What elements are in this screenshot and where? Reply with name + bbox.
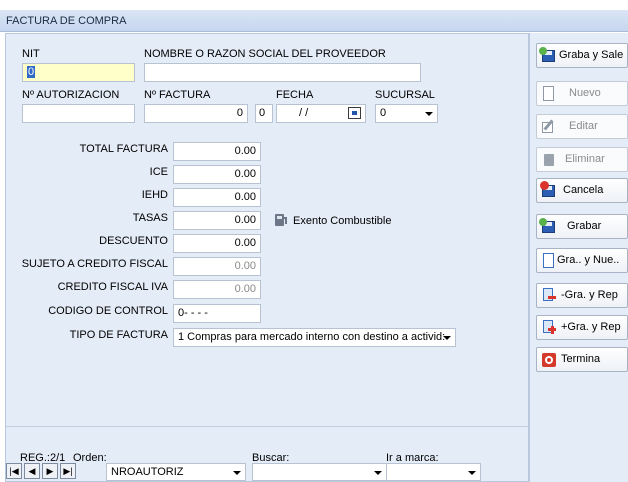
grabar-button[interactable]: Grabar (536, 214, 628, 239)
razon-social-label: NOMBRE O RAZON SOCIAL DEL PROVEEDOR (144, 48, 386, 60)
iehd-input[interactable]: 0.00 (173, 188, 261, 207)
ice-label: ICE (149, 166, 168, 178)
fecha-input[interactable]: / / (276, 104, 366, 123)
graba-y-sale-button[interactable]: Graba y Sale (536, 43, 628, 68)
nit-input[interactable]: 0 (22, 63, 135, 82)
chevron-down-icon (374, 471, 382, 475)
tasas-input[interactable]: 0.00 (173, 211, 261, 230)
first-record-button[interactable]: |◀ (6, 463, 22, 479)
nuevo-button[interactable]: Nuevo (536, 81, 628, 106)
copy-plus-icon (541, 320, 557, 336)
next-record-button[interactable]: ▶ (42, 463, 58, 479)
next-icon: ▶ (46, 466, 54, 476)
autorizacion-label: Nº AUTORIZACION (22, 89, 120, 101)
fecha-label: FECHA (276, 89, 314, 101)
delete-icon (541, 152, 557, 168)
exento-combustible-label[interactable]: Exento Combustible (293, 215, 391, 227)
window-title-bar: FACTURA DE COMPRA (0, 10, 628, 32)
new-document-icon (541, 253, 557, 269)
orden-select[interactable]: NROAUTORIZ (106, 463, 246, 481)
fecha-prefix-input[interactable]: 0 (255, 104, 273, 123)
form-panel: NIT 0 NOMBRE O RAZON SOCIAL DEL PROVEEDO… (5, 33, 529, 482)
copy-minus-icon (541, 288, 557, 304)
sucursal-label: SUCURSAL (375, 89, 435, 101)
chevron-down-icon (468, 471, 476, 475)
buscar-select[interactable] (252, 463, 387, 481)
prev-record-button[interactable]: ◀ (24, 463, 40, 479)
prev-icon: ◀ (28, 466, 36, 476)
cancela-button[interactable]: Cancela (536, 178, 628, 203)
nro-factura-input[interactable]: 0 (144, 104, 248, 123)
tipo-factura-label: TIPO DE FACTURA (69, 329, 168, 341)
grabar-y-repetir-minus-button[interactable]: -Gra. y Rep (536, 283, 628, 308)
edit-icon (541, 119, 557, 135)
tasas-label: TASAS (132, 212, 168, 224)
window-title: FACTURA DE COMPRA (6, 15, 127, 27)
fuel-pump-icon[interactable] (274, 213, 288, 227)
editar-button[interactable]: Editar (536, 114, 628, 139)
descuento-label: DESCUENTO (99, 235, 168, 247)
descuento-input[interactable]: 0.00 (173, 234, 261, 253)
sujeto-credito-fiscal-input: 0.00 (173, 257, 261, 276)
eliminar-button[interactable]: Eliminar (536, 147, 628, 172)
action-toolbar: Graba y Sale Nuevo Editar Eliminar Cance… (529, 33, 628, 482)
credito-fiscal-iva-input: 0.00 (173, 280, 261, 299)
power-icon (541, 352, 557, 368)
razon-social-input[interactable] (144, 63, 421, 82)
first-icon: |◀ (9, 466, 19, 476)
chevron-down-icon (443, 336, 451, 340)
save-icon (539, 218, 557, 235)
codigo-control-input[interactable]: 0- - - - (173, 304, 261, 323)
total-factura-label: TOTAL FACTURA (79, 143, 168, 155)
calendar-icon[interactable] (348, 107, 361, 119)
termina-button[interactable]: Termina (536, 347, 628, 372)
last-record-button[interactable]: ▶| (60, 463, 76, 479)
sucursal-select[interactable]: 0 (375, 104, 438, 123)
sujeto-credito-fiscal-label: SUJETO A CREDITO FISCAL (21, 258, 168, 270)
chevron-down-icon (425, 112, 433, 116)
ir-a-marca-select[interactable] (386, 463, 481, 481)
nro-factura-label: Nº FACTURA (144, 89, 211, 101)
last-icon: ▶| (63, 466, 73, 476)
ice-input[interactable]: 0.00 (173, 165, 261, 184)
nit-label: NIT (22, 48, 40, 60)
footer-divider (6, 426, 528, 427)
cancel-icon (540, 181, 557, 199)
tipo-factura-select[interactable]: 1 Compras para mercado interno con desti… (173, 328, 456, 347)
autorizacion-input[interactable] (22, 104, 135, 123)
grabar-y-repetir-plus-button[interactable]: +Gra. y Rep (536, 315, 628, 340)
save-and-exit-icon (539, 47, 557, 64)
new-document-icon (541, 86, 557, 102)
credito-fiscal-iva-label: CREDITO FISCAL IVA (57, 281, 168, 293)
orden-label: Orden: (73, 452, 107, 464)
chevron-down-icon (233, 471, 241, 475)
iehd-label: IEHD (141, 189, 168, 201)
grabar-y-nuevo-button[interactable]: Gra.. y Nue.. (536, 248, 628, 273)
codigo-control-label: CODIGO DE CONTROL (48, 305, 168, 317)
total-factura-input[interactable]: 0.00 (173, 142, 261, 161)
